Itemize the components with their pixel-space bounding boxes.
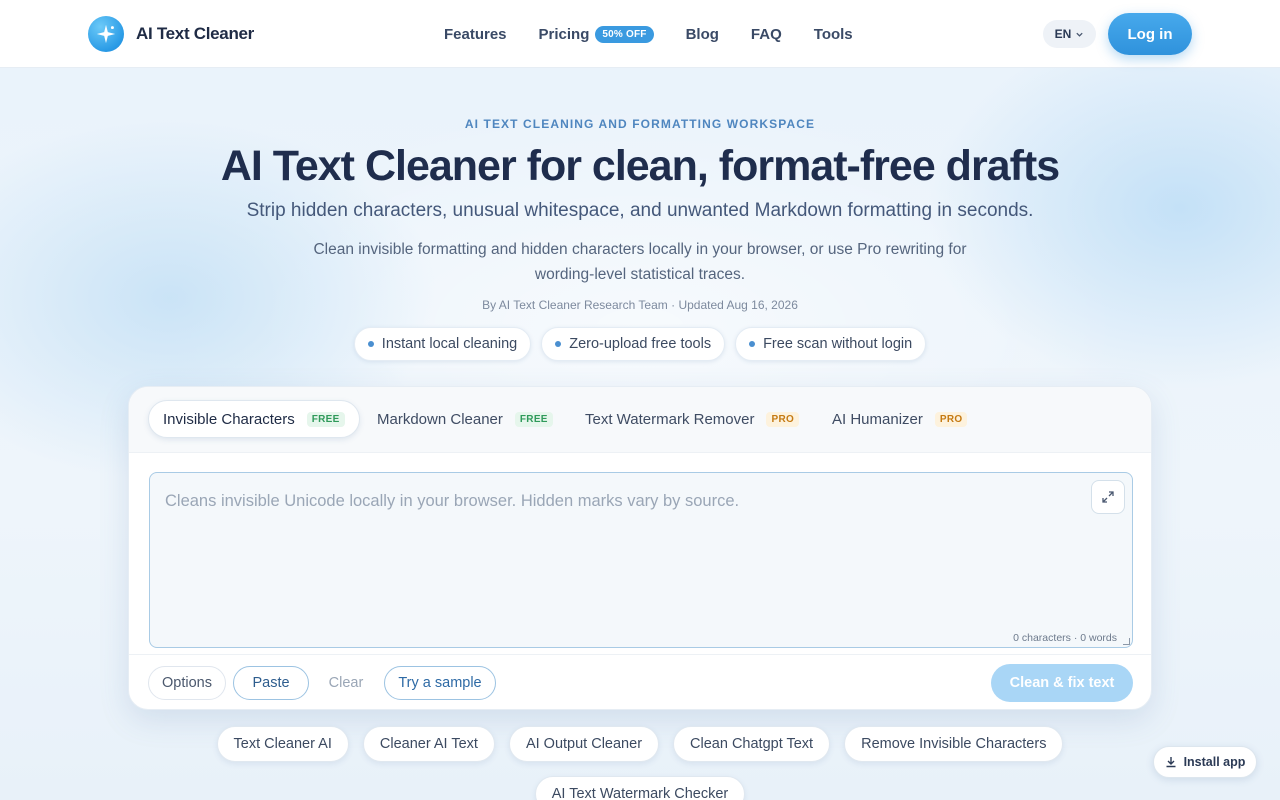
tab-label: Text Watermark Remover bbox=[585, 410, 755, 428]
tab-label: AI Humanizer bbox=[832, 410, 923, 428]
byline: By AI Text Cleaner Research Team · Updat… bbox=[482, 298, 798, 312]
tool-toolbar: Options Paste Clear Try a sample Clean &… bbox=[129, 654, 1151, 709]
related-tool-link[interactable]: Cleaner AI Text bbox=[362, 726, 495, 762]
page-title: AI Text Cleaner for clean, format-free d… bbox=[220, 142, 1060, 190]
main-menu: Features Pricing 50% OFF Blog FAQ Tools bbox=[444, 0, 885, 68]
resize-handle-icon[interactable] bbox=[1123, 638, 1130, 645]
hero-subtitle: Strip hidden characters, unusual whitesp… bbox=[246, 200, 1034, 221]
chip-label: Free scan without login bbox=[763, 336, 913, 352]
tab-label: Invisible Characters bbox=[163, 410, 295, 428]
expand-icon bbox=[1102, 491, 1114, 503]
brand-name: AI Text Cleaner bbox=[136, 24, 255, 43]
tool-tabs: Invisible Characters FREE Markdown Clean… bbox=[129, 387, 1151, 453]
feature-chip: Instant local cleaning bbox=[353, 327, 532, 361]
feature-chip: Zero-upload free tools bbox=[541, 327, 726, 361]
free-badge: FREE bbox=[306, 411, 345, 427]
clean-fix-button[interactable]: Clean & fix text bbox=[991, 664, 1133, 702]
bullet-dot-icon bbox=[749, 341, 756, 347]
tab-label: Markdown Cleaner bbox=[377, 410, 503, 428]
tab-invisible-characters[interactable]: Invisible Characters FREE bbox=[148, 400, 360, 438]
nav-blog[interactable]: Blog bbox=[686, 26, 719, 43]
input-placeholder: Cleans invisible Unicode locally in your… bbox=[165, 492, 740, 510]
top-nav: AI Text Cleaner Features Pricing 50% OFF… bbox=[0, 0, 1280, 68]
language-label: EN bbox=[1054, 27, 1072, 41]
bullet-dot-icon bbox=[367, 341, 374, 347]
try-sample-button[interactable]: Try a sample bbox=[384, 666, 496, 700]
brand[interactable]: AI Text Cleaner bbox=[88, 16, 254, 52]
tab-text-watermark-remover[interactable]: Text Watermark Remover PRO bbox=[571, 400, 813, 438]
expand-button[interactable] bbox=[1091, 480, 1125, 514]
nav-features[interactable]: Features bbox=[444, 26, 507, 43]
download-icon bbox=[1166, 757, 1176, 768]
text-input-area[interactable]: Cleans invisible Unicode locally in your… bbox=[149, 472, 1133, 648]
chip-label: Zero-upload free tools bbox=[569, 336, 712, 352]
related-tool-link[interactable]: Remove Invisible Characters bbox=[844, 726, 1064, 762]
nav-pricing-label: Pricing bbox=[538, 25, 590, 43]
pro-badge: PRO bbox=[934, 411, 968, 427]
install-app-button[interactable]: Install app bbox=[1153, 746, 1257, 778]
sparkle-logo-icon bbox=[88, 16, 124, 52]
cleaner-tool-card: Invisible Characters FREE Markdown Clean… bbox=[128, 386, 1152, 710]
hero-eyebrow: AI TEXT CLEANING AND FORMATTING WORKSPAC… bbox=[464, 117, 816, 131]
install-app-label: Install app bbox=[1183, 755, 1246, 769]
character-word-counter: 0 characters · 0 words bbox=[1013, 632, 1117, 644]
tab-markdown-cleaner[interactable]: Markdown Cleaner FREE bbox=[363, 400, 567, 438]
related-tools-row-2: AI Text Watermark Checker bbox=[0, 776, 1280, 800]
related-tool-link[interactable]: Text Cleaner AI bbox=[216, 726, 349, 762]
hero-description: Clean invisible formatting and hidden ch… bbox=[313, 241, 967, 283]
language-selector[interactable]: EN bbox=[1043, 20, 1096, 48]
nav-tools[interactable]: Tools bbox=[814, 26, 853, 43]
related-tool-link[interactable]: Clean Chatgpt Text bbox=[673, 726, 831, 762]
related-tools: Text Cleaner AI Cleaner AI Text AI Outpu… bbox=[0, 726, 1280, 762]
pro-badge: PRO bbox=[766, 411, 800, 427]
options-button[interactable]: Options bbox=[148, 666, 226, 700]
feature-chip: Free scan without login bbox=[735, 327, 927, 361]
chevron-down-icon bbox=[1076, 32, 1083, 37]
tab-ai-humanizer[interactable]: AI Humanizer PRO bbox=[818, 400, 981, 438]
nav-faq[interactable]: FAQ bbox=[751, 26, 782, 43]
free-badge: FREE bbox=[514, 411, 553, 427]
bullet-dot-icon bbox=[555, 341, 562, 347]
feature-chips: Instant local cleaning Zero-upload free … bbox=[0, 327, 1280, 361]
paste-button[interactable]: Paste bbox=[233, 666, 309, 700]
login-button[interactable]: Log in bbox=[1108, 13, 1192, 55]
clear-button[interactable]: Clear bbox=[319, 666, 373, 700]
nav-pricing[interactable]: Pricing 50% OFF bbox=[538, 25, 654, 43]
related-tool-link[interactable]: AI Output Cleaner bbox=[508, 726, 660, 762]
chip-label: Instant local cleaning bbox=[381, 336, 518, 352]
related-tool-link[interactable]: AI Text Watermark Checker bbox=[534, 776, 746, 800]
discount-badge: 50% OFF bbox=[595, 25, 654, 43]
